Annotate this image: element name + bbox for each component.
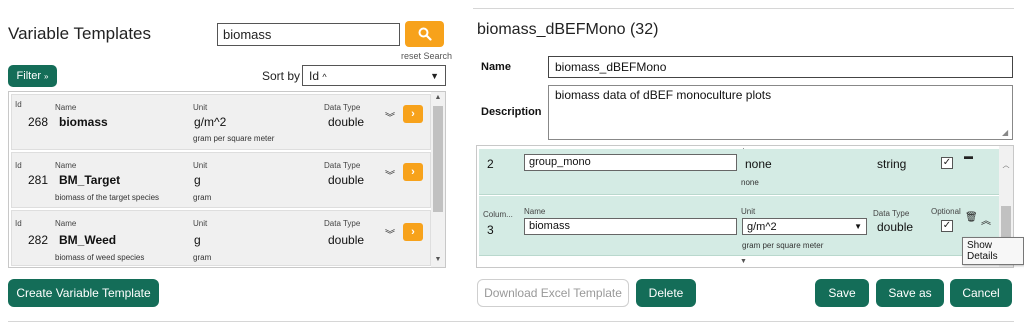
unit-header: Unit bbox=[193, 161, 208, 170]
name-header: Name bbox=[55, 103, 77, 112]
download-excel-template-button[interactable]: Download Excel Template bbox=[477, 279, 629, 307]
save-as-button[interactable]: Save as bbox=[876, 279, 944, 307]
item-description: biomass of weed species bbox=[55, 253, 145, 262]
list-item[interactable]: Id Name Unit Data Type 282 BM_Weed g bio… bbox=[11, 210, 431, 266]
item-id: 281 bbox=[28, 173, 49, 187]
show-details-button[interactable]: › bbox=[403, 163, 423, 181]
column-unit: none bbox=[745, 157, 772, 171]
show-details-button[interactable]: › bbox=[403, 223, 423, 241]
expand-chevron-icon[interactable]: ︾ bbox=[385, 167, 395, 182]
column-unit-description: none bbox=[741, 178, 759, 187]
optional-checkbox[interactable]: ✓ bbox=[941, 157, 953, 169]
unit-header: Unit bbox=[741, 207, 756, 216]
item-id: 268 bbox=[28, 115, 49, 129]
show-details-button[interactable]: › bbox=[403, 105, 423, 123]
column-row[interactable]: Colum... 3 Name biomass Unit g/m^2 ▼ gra… bbox=[479, 196, 999, 256]
column-index: 3 bbox=[487, 223, 494, 237]
item-name: BM_Weed bbox=[59, 233, 117, 247]
item-unit: g bbox=[194, 233, 201, 247]
id-header: Id bbox=[15, 219, 22, 228]
name-field[interactable] bbox=[548, 56, 1013, 78]
search-input[interactable] bbox=[217, 23, 400, 46]
data-type-header: Data Type bbox=[873, 209, 910, 218]
expand-chevron-icon[interactable]: ︾ bbox=[385, 226, 395, 241]
column-row[interactable]: 2 group_mono none none string ✓ ▬ bbox=[479, 149, 999, 195]
name-header: Name bbox=[55, 219, 77, 228]
detail-title: biomass_dBEFMono (32) bbox=[477, 21, 659, 38]
column-name-input[interactable]: biomass bbox=[524, 218, 737, 235]
dropdown-arrow-icon: ▼ bbox=[430, 70, 439, 81]
item-unit-description: gram bbox=[193, 193, 212, 202]
item-data-type: double bbox=[328, 173, 365, 187]
cancel-button[interactable]: Cancel bbox=[950, 279, 1012, 307]
item-name: biomass bbox=[59, 115, 108, 129]
scroll-up-icon[interactable]: ︿ bbox=[999, 160, 1013, 170]
sort-value: Id bbox=[309, 68, 320, 83]
scroll-down-icon[interactable]: ▼ bbox=[431, 256, 445, 263]
resize-handle-icon[interactable]: ◢ bbox=[1002, 128, 1008, 137]
scroll-up-icon[interactable]: ▲ bbox=[431, 94, 445, 101]
reset-search-link[interactable]: reset Search bbox=[401, 51, 452, 61]
delete-icon[interactable]: ▬ bbox=[964, 151, 973, 161]
dropdown-arrow-icon: ▼ bbox=[854, 222, 862, 231]
variable-list[interactable]: Id Name Unit Data Type 268 biomass g/m^2… bbox=[8, 91, 446, 268]
scroll-down-icon[interactable]: ▼ bbox=[740, 258, 747, 265]
columns-list[interactable]: ▲ 2 group_mono none none string ✓ ▬ Colu… bbox=[476, 145, 1014, 268]
column-index: 2 bbox=[487, 157, 494, 171]
trash-icon[interactable]: 🗑 bbox=[965, 212, 978, 223]
chevron-double-down-icon: » bbox=[44, 71, 49, 81]
name-header: Name bbox=[55, 161, 77, 170]
unit-header: Unit bbox=[193, 219, 208, 228]
create-variable-template-button[interactable]: Create Variable Template bbox=[8, 279, 159, 307]
optional-header: Optional bbox=[931, 207, 961, 216]
filter-button[interactable]: Filter » bbox=[8, 65, 57, 87]
column-data-type: double bbox=[877, 220, 914, 234]
item-id: 282 bbox=[28, 233, 49, 247]
expand-chevron-icon[interactable]: ︾ bbox=[385, 109, 395, 124]
item-unit: g bbox=[194, 173, 201, 187]
name-header: Name bbox=[524, 207, 546, 216]
column-header-label: Colum... bbox=[483, 210, 513, 219]
list-item[interactable]: Id Name Unit Data Type 281 BM_Target g b… bbox=[11, 152, 431, 208]
bottom-divider bbox=[8, 321, 1014, 322]
column-unit-description: gram per square meter bbox=[742, 241, 824, 250]
list-item[interactable]: Id Name Unit Data Type 268 biomass g/m^2… bbox=[11, 94, 431, 150]
scroll-thumb[interactable] bbox=[433, 106, 443, 212]
data-type-header: Data Type bbox=[324, 219, 361, 228]
page-title: Variable Templates bbox=[8, 24, 152, 43]
data-type-header: Data Type bbox=[324, 103, 361, 112]
chevron-double-up-icon[interactable]: ︽ bbox=[981, 212, 991, 227]
caret-up-icon: ^ bbox=[322, 71, 327, 82]
filter-label: Filter bbox=[16, 70, 41, 82]
list-scrollbar[interactable]: ▲ ▼ bbox=[431, 92, 445, 267]
show-details-tooltip: Show Details bbox=[962, 237, 1024, 265]
top-divider bbox=[473, 8, 1014, 9]
item-unit-description: gram per square meter bbox=[193, 134, 275, 143]
item-unit-description: gram bbox=[193, 253, 212, 262]
description-label: Description bbox=[481, 106, 542, 118]
sort-select[interactable]: Id ^ ▼ bbox=[302, 65, 446, 86]
search-icon bbox=[418, 27, 432, 41]
item-unit: g/m^2 bbox=[194, 115, 227, 129]
item-name: BM_Target bbox=[59, 173, 121, 187]
column-name-input[interactable]: group_mono bbox=[524, 154, 737, 171]
save-button[interactable]: Save bbox=[815, 279, 869, 307]
name-label: Name bbox=[481, 61, 511, 73]
id-header: Id bbox=[15, 161, 22, 170]
item-data-type: double bbox=[328, 233, 365, 247]
optional-checkbox[interactable]: ✓ bbox=[941, 220, 953, 232]
description-field[interactable]: biomass data of dBEF monoculture plots bbox=[548, 85, 1013, 140]
unit-select-value: g/m^2 bbox=[747, 220, 777, 233]
unit-select[interactable]: g/m^2 ▼ bbox=[742, 218, 867, 235]
data-type-header: Data Type bbox=[324, 161, 361, 170]
unit-header: Unit bbox=[193, 103, 208, 112]
delete-button[interactable]: Delete bbox=[636, 279, 696, 307]
column-data-type: string bbox=[877, 157, 907, 171]
search-button[interactable] bbox=[405, 21, 444, 47]
sort-label: Sort by bbox=[262, 69, 301, 83]
id-header: Id bbox=[15, 100, 22, 109]
item-description: biomass of the target species bbox=[55, 193, 160, 202]
item-data-type: double bbox=[328, 115, 365, 129]
